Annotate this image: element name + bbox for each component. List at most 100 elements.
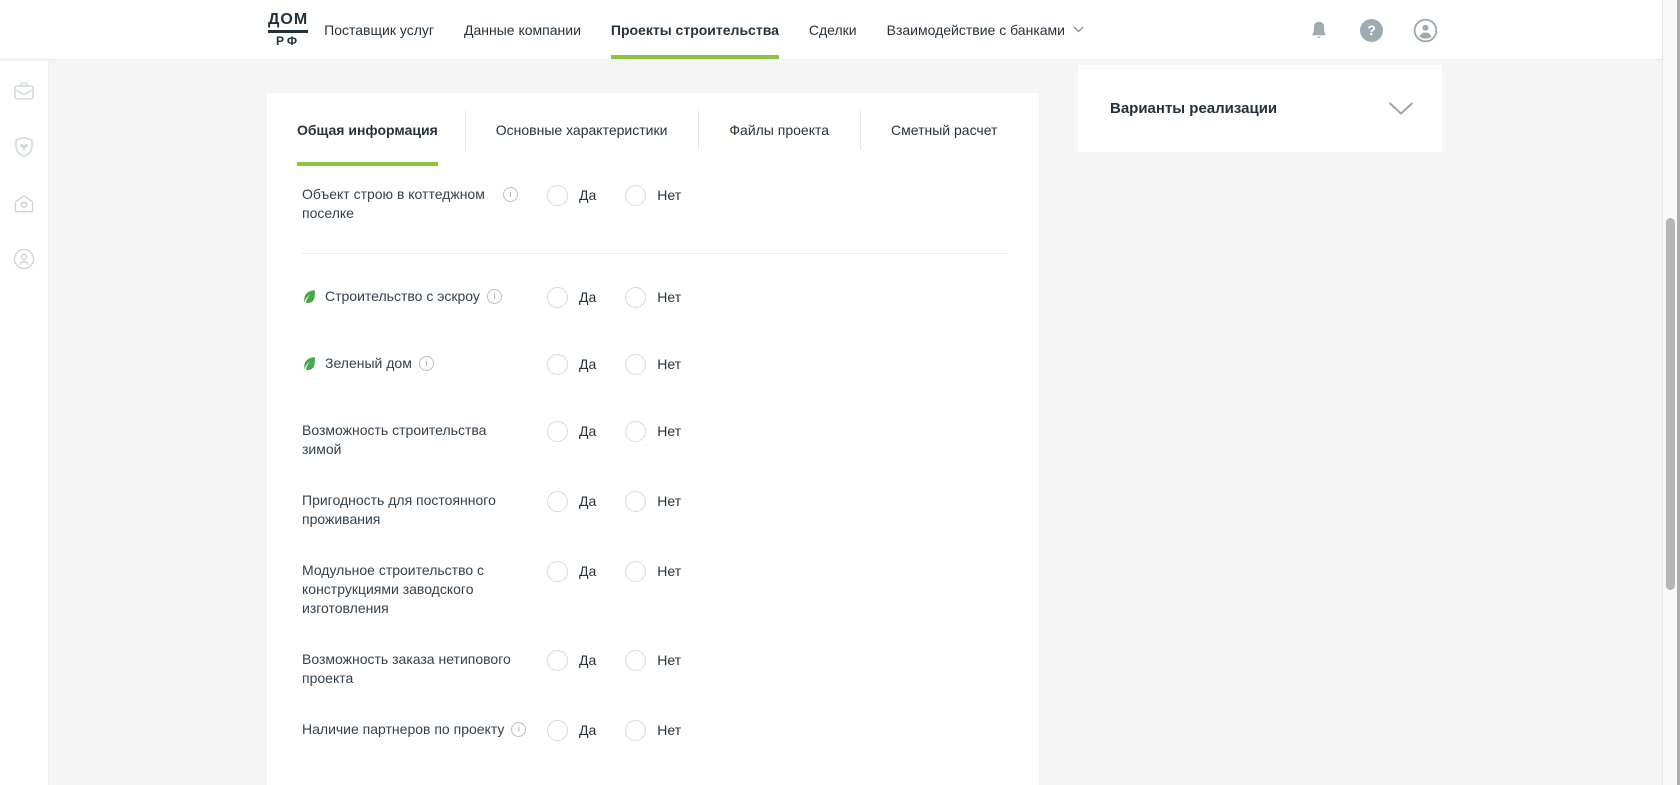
- info-icon[interactable]: i: [503, 187, 518, 202]
- radio-no[interactable]: Нет: [625, 287, 681, 308]
- briefcase-icon[interactable]: [11, 78, 37, 104]
- radio-no-circle[interactable]: [625, 354, 646, 375]
- radio-yes-circle[interactable]: [547, 720, 568, 741]
- row-label: Возможность заказа нетипового проекта: [302, 650, 511, 688]
- yes-no-radio-group: Да Нет: [547, 287, 681, 308]
- radio-yes-label: Да: [579, 186, 596, 205]
- help-icon[interactable]: ?: [1360, 19, 1383, 42]
- radio-no[interactable]: Нет: [625, 491, 681, 512]
- nav-item-services[interactable]: Поставщик услуг: [309, 0, 449, 59]
- radio-yes[interactable]: Да: [547, 185, 596, 206]
- help-question-mark: ?: [1360, 19, 1383, 42]
- person-circle-icon[interactable]: [11, 246, 37, 272]
- nav-item-label: Взаимодействие с банками: [887, 22, 1065, 38]
- radio-no-label: Нет: [657, 721, 681, 740]
- nav-item-construction-projects[interactable]: Проекты строительства: [596, 0, 794, 59]
- tab-estimate[interactable]: Сметный расчет: [860, 93, 1028, 166]
- radio-no[interactable]: Нет: [625, 185, 681, 206]
- radio-yes-circle[interactable]: [547, 491, 568, 512]
- form-row: Модульное строительство с конструкциями …: [302, 561, 1007, 618]
- radio-yes-label: Да: [579, 492, 596, 511]
- radio-no-label: Нет: [657, 288, 681, 307]
- radio-yes-circle[interactable]: [547, 650, 568, 671]
- main-nav: Поставщик услуг Данные компании Проекты …: [309, 0, 1099, 59]
- radio-yes[interactable]: Да: [547, 354, 596, 375]
- scrollbar-thumb[interactable]: [1666, 218, 1675, 590]
- radio-no-circle[interactable]: [625, 650, 646, 671]
- vertical-scrollbar[interactable]: [1662, 0, 1677, 785]
- info-icon[interactable]: i: [487, 289, 502, 304]
- radio-yes[interactable]: Да: [547, 287, 596, 308]
- radio-no[interactable]: Нет: [625, 561, 681, 582]
- implementation-options-panel[interactable]: Варианты реализации: [1078, 65, 1442, 152]
- row-label: Зеленый дом: [325, 354, 412, 373]
- radio-no-label: Нет: [657, 355, 681, 374]
- tab-project-files[interactable]: Файлы проекта: [698, 93, 860, 166]
- project-detail-card: Общая информация Основные характеристики…: [267, 93, 1039, 785]
- radio-no-label: Нет: [657, 186, 681, 205]
- form-row: Зеленый дом i Да Нет: [302, 354, 1007, 375]
- radio-yes-circle[interactable]: [547, 287, 568, 308]
- radio-no-circle[interactable]: [625, 720, 646, 741]
- radio-yes-circle[interactable]: [547, 185, 568, 206]
- house-heart-icon[interactable]: [11, 190, 37, 216]
- form-rows: Объект строю в коттеджном поселке i Да Н…: [267, 166, 1039, 785]
- shield-icon[interactable]: [11, 134, 37, 160]
- row-label-cell: Возможность строительства зимой: [302, 421, 547, 459]
- radio-yes[interactable]: Да: [547, 650, 596, 671]
- form-row: Наличие партнеров по проекту i Да Нет: [302, 720, 1007, 741]
- yes-no-radio-group: Да Нет: [547, 561, 681, 582]
- radio-yes-label: Да: [579, 562, 596, 581]
- row-label-cell: Строительство с эскроу i: [302, 287, 547, 306]
- radio-no-circle[interactable]: [625, 185, 646, 206]
- radio-yes[interactable]: Да: [547, 561, 596, 582]
- user-avatar-icon[interactable]: [1413, 18, 1438, 43]
- radio-no-label: Нет: [657, 562, 681, 581]
- radio-no-label: Нет: [657, 651, 681, 670]
- tab-main-characteristics[interactable]: Основные характеристики: [465, 93, 699, 166]
- chevron-down-icon: [1073, 26, 1084, 33]
- radio-yes[interactable]: Да: [547, 720, 596, 741]
- radio-no[interactable]: Нет: [625, 650, 681, 671]
- nav-item-label: Поставщик услуг: [324, 22, 434, 38]
- info-icon[interactable]: i: [511, 722, 526, 737]
- yes-no-radio-group: Да Нет: [547, 650, 681, 671]
- yes-no-radio-group: Да Нет: [547, 185, 681, 206]
- tab-general-info[interactable]: Общая информация: [267, 93, 465, 166]
- yes-no-radio-group: Да Нет: [547, 354, 681, 375]
- row-label: Наличие партнеров по проекту: [302, 720, 504, 739]
- radio-yes[interactable]: Да: [547, 491, 596, 512]
- nav-item-bank-interaction[interactable]: Взаимодействие с банками: [872, 0, 1099, 59]
- radio-yes-label: Да: [579, 651, 596, 670]
- radio-no-circle[interactable]: [625, 561, 646, 582]
- nav-item-company-data[interactable]: Данные компании: [449, 0, 596, 59]
- chevron-down-icon: [1388, 102, 1414, 115]
- radio-yes-circle[interactable]: [547, 421, 568, 442]
- form-row: Строительство с эскроу i Да Нет: [302, 287, 1007, 308]
- radio-no[interactable]: Нет: [625, 421, 681, 442]
- row-label-cell: Возможность заказа нетипового проекта: [302, 650, 547, 688]
- radio-no[interactable]: Нет: [625, 720, 681, 741]
- radio-yes-circle[interactable]: [547, 561, 568, 582]
- radio-yes[interactable]: Да: [547, 421, 596, 442]
- form-row: Возможность строительства зимой Да Нет: [302, 421, 1007, 459]
- form-row: Возможность заказа нетипового проекта Да…: [302, 650, 1007, 688]
- domrf-logo[interactable]: ДОМ РФ: [268, 12, 308, 47]
- row-label: Пригодность для постоянного проживания: [302, 491, 496, 529]
- tab-label: Файлы проекта: [729, 122, 829, 138]
- radio-no-circle[interactable]: [625, 491, 646, 512]
- row-label-cell: Зеленый дом i: [302, 354, 547, 373]
- radio-yes-label: Да: [579, 355, 596, 374]
- top-navigation-bar: ДОМ РФ Поставщик услуг Данные компании П…: [0, 0, 1680, 60]
- nav-item-deals[interactable]: Сделки: [794, 0, 872, 59]
- radio-yes-circle[interactable]: [547, 354, 568, 375]
- info-icon[interactable]: i: [419, 356, 434, 371]
- radio-no-circle[interactable]: [625, 287, 646, 308]
- radio-no[interactable]: Нет: [625, 354, 681, 375]
- row-label: Объект строю в коттеджном поселке: [302, 185, 485, 223]
- yes-no-radio-group: Да Нет: [547, 491, 681, 512]
- radio-no-circle[interactable]: [625, 421, 646, 442]
- form-row: Пригодность для постоянного проживания Д…: [302, 491, 1007, 529]
- left-icon-sidebar: [0, 61, 49, 785]
- bell-icon[interactable]: [1308, 19, 1330, 42]
